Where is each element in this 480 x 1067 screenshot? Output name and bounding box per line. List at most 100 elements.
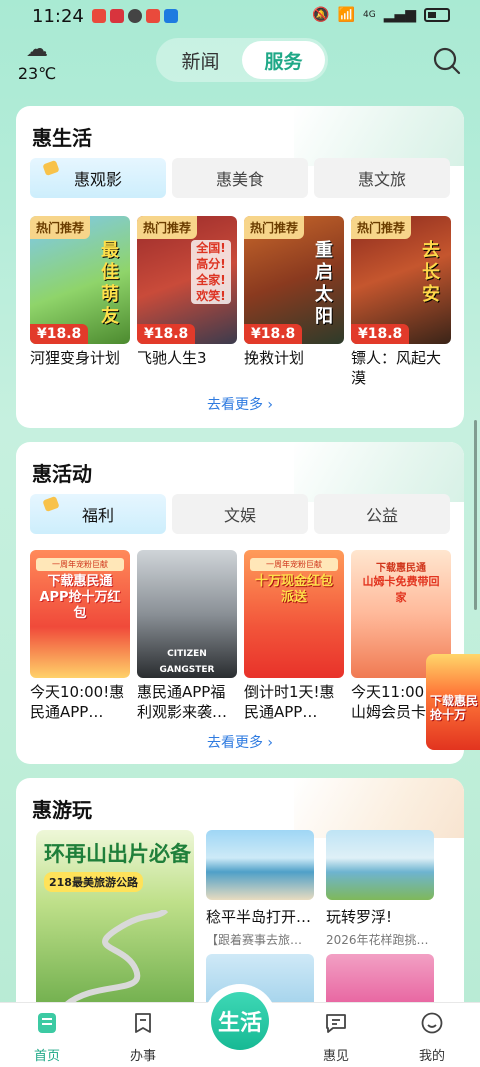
nav-discover[interactable]: 惠见 xyxy=(306,1011,366,1064)
activity-item[interactable]: CITIZEN GANGSTER 惠民通APP福利观影来袭… xyxy=(137,550,237,722)
movie-item[interactable]: 热门推荐 全国!高分!全家!欢笑! ¥18.8 飞驰人生3 xyxy=(137,216,237,388)
mute-icon: 🔕 xyxy=(312,7,330,23)
floating-ad[interactable]: 下载惠民抢十万 xyxy=(420,654,480,750)
activity-head: 一周年宠粉巨献 xyxy=(36,558,124,571)
movie-item[interactable]: 热门推荐 去长安 ¥18.8 镖人：风起大漠 xyxy=(351,216,451,388)
search-icon[interactable] xyxy=(432,46,462,76)
activity-item[interactable]: 一周年宠粉巨献 下载惠民通APP抢十万红包 今天10:00!惠民通APP… xyxy=(30,550,130,722)
travel-item[interactable]: 稔平半岛打开… 【跟着赛事去旅… xyxy=(206,830,314,948)
nav-affairs[interactable]: 办事 xyxy=(113,1011,173,1064)
scrollbar[interactable] xyxy=(474,420,477,610)
road-illustration xyxy=(64,910,169,1008)
tab-movies[interactable]: 惠观影 xyxy=(30,158,166,198)
tab-services[interactable]: 服务 xyxy=(242,41,325,79)
status-time: 11:24 xyxy=(32,6,84,27)
card-decoration xyxy=(294,106,464,166)
benefit-activity-card: 惠活动 福利 文娱 公益 一周年宠粉巨献 下载惠民通APP抢十万红包 今天10:… xyxy=(16,442,464,764)
poster-text: 重启太阳 xyxy=(315,240,333,327)
nav-label: 我的 xyxy=(418,1049,445,1064)
travel-image xyxy=(206,830,314,900)
travel-title: 玩转罗浮! xyxy=(326,908,393,926)
hot-badge: 热门推荐 xyxy=(137,216,198,239)
benefit-activity-tabs: 福利 文娱 公益 xyxy=(30,494,450,534)
battery-icon xyxy=(424,8,450,22)
price-tag: ¥18.8 xyxy=(137,324,196,344)
nav-label: 办事 xyxy=(129,1049,156,1064)
movie-title: 挽救计划 xyxy=(244,349,305,367)
activity-head: 下载惠民通 xyxy=(376,563,426,574)
movie-poster: 热门推荐 全国!高分!全家!欢笑! ¥18.8 xyxy=(137,216,237,344)
network-type: 4G xyxy=(362,10,376,20)
travel-subtitle: 2026年花样跑挑… xyxy=(326,933,429,947)
hot-badge: 热门推荐 xyxy=(351,216,412,239)
weather-widget[interactable]: ☁ 23℃ xyxy=(14,37,60,84)
activity-poster: 一周年宠粉巨献 下载惠民通APP抢十万红包 xyxy=(30,550,130,678)
movie-item[interactable]: 热门推荐 重启太阳 ¥18.8 挽救计划 xyxy=(244,216,344,388)
activity-poster: CITIZEN GANGSTER xyxy=(137,550,237,678)
nav-label: 惠见 xyxy=(322,1049,349,1064)
travel-item[interactable]: 玩转罗浮! 2026年花样跑挑… xyxy=(326,830,434,948)
app-notification-icon xyxy=(110,9,124,23)
app-notification-icon xyxy=(146,9,160,23)
app-notification-icon xyxy=(92,9,106,23)
activity-title: 倒计时1天!惠民通APP… xyxy=(244,683,335,721)
feature-subtitle: 218最美旅游公路 xyxy=(44,872,143,892)
see-more-link[interactable]: 去看更多 › xyxy=(16,732,464,752)
section-title: 惠活动 xyxy=(32,462,92,486)
movie-title: 镖人：风起大漠 xyxy=(351,349,442,387)
cloud-icon: ☁ xyxy=(26,37,48,62)
poster-text: 全国!高分!全家!欢笑! xyxy=(191,240,231,304)
travel-subtitle: 【跟着赛事去旅… xyxy=(206,933,303,947)
movie-title: 飞驰人生3 xyxy=(137,349,207,367)
tab-news[interactable]: 新闻 xyxy=(159,41,242,79)
life-button-label: 生活 xyxy=(211,992,269,1050)
price-tag: ¥18.8 xyxy=(30,324,89,344)
top-segment-control: 新闻 服务 xyxy=(156,38,328,82)
tab-charity[interactable]: 公益 xyxy=(314,494,450,534)
poster-text: 最佳萌友 xyxy=(101,240,119,327)
movie-poster: 热门推荐 去长安 ¥18.8 xyxy=(351,216,451,344)
temperature: 23℃ xyxy=(17,64,57,83)
benefit-life-card: 惠生活 惠观影 惠美食 惠文旅 热门推荐 最佳萌友 ¥18.8 河狸变身计划 热… xyxy=(16,106,464,428)
see-more-link[interactable]: 去看更多 › xyxy=(16,394,464,414)
activity-title: 今天10:00!惠民通APP… xyxy=(30,683,125,721)
smile-icon xyxy=(421,1012,443,1034)
tab-welfare[interactable]: 福利 xyxy=(30,494,166,534)
activity-headline: 山姆卡免费带回家 xyxy=(362,575,440,604)
tab-entertainment[interactable]: 文娱 xyxy=(172,494,308,534)
status-bar: 11:24 🔕 📶 4G ▂▄▆ xyxy=(0,0,480,34)
tab-food[interactable]: 惠美食 xyxy=(172,158,308,198)
hot-badge: 热门推荐 xyxy=(30,216,91,239)
poster-text: 去长安 xyxy=(422,240,440,305)
movie-item[interactable]: 热门推荐 最佳萌友 ¥18.8 河狸变身计划 xyxy=(30,216,130,388)
nav-label: 首页 xyxy=(33,1049,60,1064)
signal-icon: ▂▄▆ xyxy=(383,7,416,23)
floating-ad-text: 下载惠民抢十万 xyxy=(430,694,479,722)
activity-poster: 一周年宠粉巨献 十万现金红包派送 xyxy=(244,550,344,678)
travel-image xyxy=(326,830,434,900)
tab-culture-travel[interactable]: 惠文旅 xyxy=(314,158,450,198)
nav-profile[interactable]: 我的 xyxy=(402,1011,462,1064)
benefit-life-tabs: 惠观影 惠美食 惠文旅 xyxy=(30,158,450,198)
benefit-travel-card: 惠游玩 环再山出片必备 218最美旅游公路 稔平半岛打开… 【跟着赛事去旅… 玩… xyxy=(16,778,464,1018)
activity-title: 惠民通APP福利观影来袭… xyxy=(137,683,228,721)
nav-home[interactable]: 首页 xyxy=(17,1011,77,1064)
activity-list: 一周年宠粉巨献 下载惠民通APP抢十万红包 今天10:00!惠民通APP… CI… xyxy=(30,550,451,722)
movie-poster: 热门推荐 重启太阳 ¥18.8 xyxy=(244,216,344,344)
price-tag: ¥18.8 xyxy=(351,324,410,344)
life-center-button[interactable]: 生活 xyxy=(203,984,277,1058)
feature-title: 环再山出片必备 xyxy=(44,842,191,866)
movie-list: 热门推荐 最佳萌友 ¥18.8 河狸变身计划 热门推荐 全国!高分!全家!欢笑!… xyxy=(30,216,451,388)
activity-head: 一周年宠粉巨献 xyxy=(250,558,338,571)
document-icon xyxy=(135,1013,151,1033)
wifi-icon: 📶 xyxy=(337,7,355,23)
status-icons: 🔕 📶 4G ▂▄▆ xyxy=(312,7,450,23)
section-title: 惠生活 xyxy=(32,126,92,150)
featured-travel-poster[interactable]: 环再山出片必备 218最美旅游公路 xyxy=(36,830,194,1010)
home-icon xyxy=(38,1013,56,1033)
card-decoration xyxy=(294,778,464,838)
movie-title: 河狸变身计划 xyxy=(30,349,121,367)
travel-title: 稔平半岛打开… xyxy=(206,908,312,926)
activity-item[interactable]: 一周年宠粉巨献 十万现金红包派送 倒计时1天!惠民通APP… xyxy=(244,550,344,722)
activity-headline: 下载惠民通APP抢十万红包 xyxy=(39,574,121,621)
